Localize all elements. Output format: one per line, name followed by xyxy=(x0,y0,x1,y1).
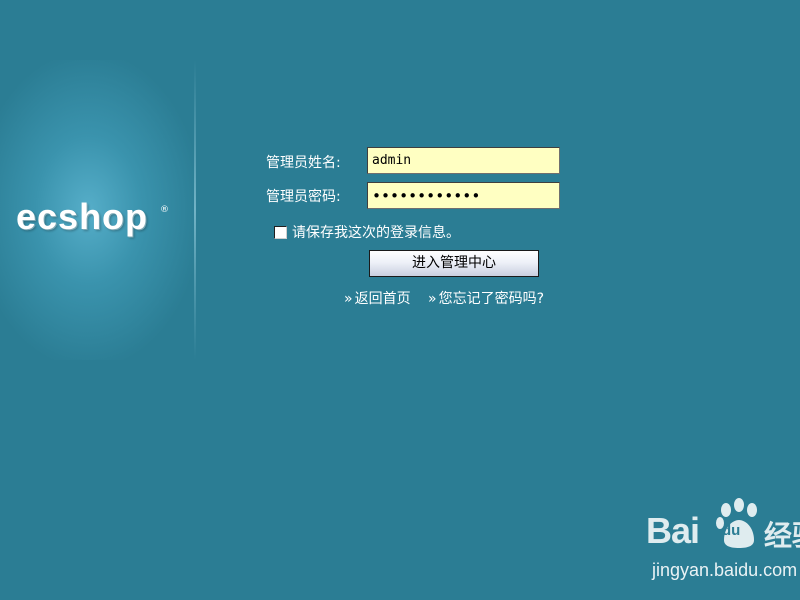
watermark-du-text: du xyxy=(722,522,741,539)
watermark-jingyan-text: 经验 xyxy=(764,519,800,552)
remember-login-row[interactable]: 请保存我这次的登录信息。 xyxy=(274,222,460,242)
remember-label[interactable]: 请保存我这次的登录信息。 xyxy=(292,222,460,242)
registered-mark: ® xyxy=(160,205,169,215)
ecshop-logo: ecshop xyxy=(16,196,149,237)
enter-admin-center-button[interactable]: 进入管理中心 xyxy=(369,250,539,277)
forgot-password-link-label[interactable]: 您忘记了密码吗? xyxy=(439,291,544,307)
username-label: 管理员姓名: xyxy=(266,155,341,171)
double-arrow-icon: » xyxy=(344,291,353,307)
username-input[interactable] xyxy=(367,147,560,174)
back-home-link-label[interactable]: 返回首页 xyxy=(355,291,411,307)
vertical-divider xyxy=(194,60,196,360)
back-home-link[interactable]: » 返回首页 xyxy=(344,288,411,308)
watermark-baidu-text: Bai xyxy=(646,510,700,551)
login-page: ecshop ® 管理员姓名: 管理员密码: 请保存我这次的登录信息。 进入管理… xyxy=(0,0,800,600)
password-input[interactable] xyxy=(367,182,560,209)
double-arrow-icon: » xyxy=(428,291,437,307)
password-label: 管理员密码: xyxy=(266,189,341,205)
remember-checkbox[interactable] xyxy=(274,225,287,239)
forgot-password-link[interactable]: » 您忘记了密码吗? xyxy=(428,288,544,308)
watermark-url: jingyan.baidu.com xyxy=(652,560,798,580)
